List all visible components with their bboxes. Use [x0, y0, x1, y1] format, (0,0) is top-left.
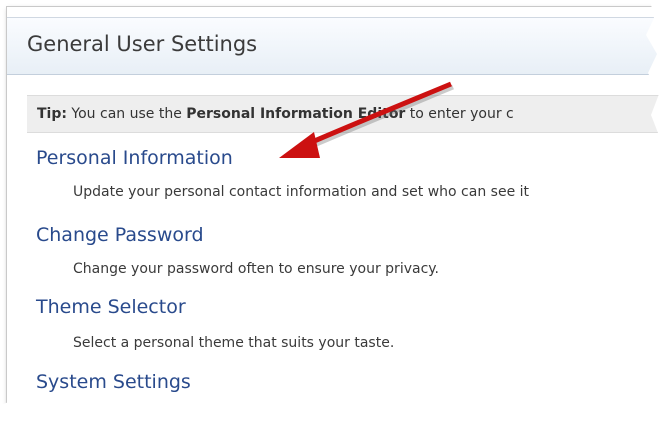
screenshot-stage: General User Settings Tip: You can use t… — [0, 0, 668, 426]
red-arrow-annotation-icon — [279, 81, 454, 158]
